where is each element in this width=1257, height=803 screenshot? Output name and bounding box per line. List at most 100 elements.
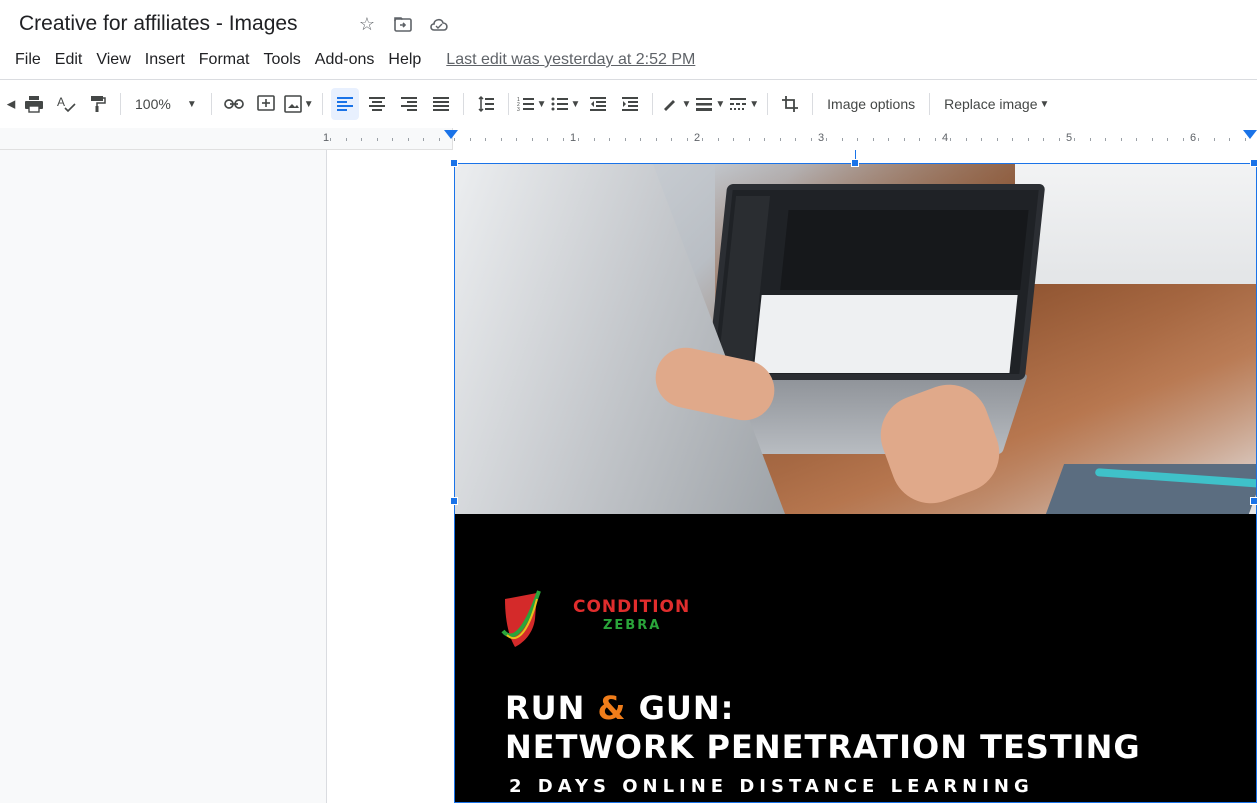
ruler-tick	[485, 138, 486, 141]
border-color-icon[interactable]: ▼	[661, 88, 691, 120]
border-weight-icon[interactable]: ▼	[695, 88, 725, 120]
ruler-tick	[935, 138, 936, 141]
chevron-down-icon: ▼	[681, 98, 692, 110]
replace-image-label: Replace image	[944, 96, 1038, 112]
toolbar-separator	[321, 93, 323, 115]
ruler-tick	[842, 138, 843, 141]
numbered-list-icon[interactable]: 123 ▼	[517, 88, 547, 120]
ruler-tick	[470, 138, 471, 141]
resize-handle-right[interactable]	[1250, 497, 1257, 505]
resize-handle-top[interactable]	[851, 159, 859, 167]
brand-name-line1: CONDITION	[573, 597, 691, 617]
align-center-icon[interactable]	[363, 88, 391, 120]
left-indent-marker[interactable]	[444, 130, 458, 139]
ruler-tick	[749, 138, 750, 141]
ruler-tick	[764, 138, 765, 141]
image-options-button[interactable]: Image options	[821, 88, 921, 120]
resize-handle-top-left[interactable]	[450, 159, 458, 167]
ruler-tick	[408, 138, 409, 141]
align-left-icon[interactable]	[330, 88, 359, 120]
ruler-tick	[671, 138, 672, 141]
ruler-tick	[547, 138, 548, 141]
menu-view[interactable]: View	[89, 49, 137, 71]
menu-tools[interactable]: Tools	[256, 49, 307, 71]
ruler-tick	[1012, 138, 1013, 141]
redo-icon[interactable]: ◂	[6, 88, 16, 120]
menu-help[interactable]: Help	[381, 49, 428, 71]
comment-icon[interactable]	[252, 88, 280, 120]
menu-file[interactable]: File	[8, 49, 48, 71]
ruler-tick	[1167, 138, 1168, 141]
menu-bar: File Edit View Insert Format Tools Add-o…	[0, 46, 1257, 74]
ruler-tick	[733, 138, 734, 141]
ruler-tick	[873, 138, 874, 141]
line-spacing-icon[interactable]	[472, 88, 500, 120]
photo-laptop-screen	[706, 184, 1046, 380]
ruler-tick	[625, 138, 626, 141]
title-bar: Creative for affiliates - Images ☆	[0, 0, 1257, 46]
ruler-label: 5	[1066, 132, 1073, 144]
ruler-tick	[609, 138, 610, 141]
link-icon[interactable]	[220, 88, 248, 120]
document-title[interactable]: Creative for affiliates - Images	[10, 7, 307, 39]
ruler-tick	[640, 138, 641, 141]
ruler-tick	[563, 138, 564, 141]
move-to-folder-icon[interactable]	[392, 13, 414, 35]
promo-banner: CONDITION ZEBRA RUN & GUN: NETWORK PENET…	[455, 514, 1256, 802]
ruler-tick	[718, 138, 719, 141]
decrease-indent-icon[interactable]	[584, 88, 612, 120]
selected-image[interactable]: CONDITION ZEBRA RUN & GUN: NETWORK PENET…	[454, 163, 1257, 803]
bulleted-list-icon[interactable]: ▼	[551, 88, 580, 120]
ruler-label: 6	[1190, 132, 1197, 144]
border-dash-icon[interactable]: ▼	[729, 88, 759, 120]
right-indent-marker[interactable]	[1243, 130, 1257, 139]
svg-text:3: 3	[517, 107, 520, 112]
resize-handle-left[interactable]	[450, 497, 458, 505]
ruler-tick	[904, 138, 905, 141]
image-icon[interactable]: ▼	[283, 88, 314, 120]
ruler-tick	[919, 138, 920, 141]
ruler: 1 1 2 3 4 5 6	[0, 128, 1257, 150]
ruler-tick	[997, 138, 998, 141]
toolbar-separator	[929, 93, 931, 115]
print-icon[interactable]	[20, 88, 48, 120]
chevron-down-icon: ▼	[303, 98, 314, 110]
menu-format[interactable]: Format	[192, 49, 257, 71]
ruler-tick	[578, 138, 579, 141]
replace-image-button[interactable]: Replace image ▼	[938, 88, 1055, 120]
ruler-tick	[826, 138, 827, 141]
cloud-status-icon[interactable]	[428, 13, 450, 35]
ruler-tick	[780, 138, 781, 141]
chevron-down-icon: ▼	[1039, 98, 1050, 110]
menu-insert[interactable]: Insert	[138, 49, 192, 71]
chevron-down-icon: ▼	[186, 98, 197, 110]
ruler-tick	[950, 138, 951, 141]
resize-handle-top-right[interactable]	[1250, 159, 1257, 167]
ruler-tick	[1074, 138, 1075, 141]
star-icon[interactable]: ☆	[356, 13, 378, 35]
ruler-tick	[1229, 138, 1230, 141]
ruler-tick	[501, 138, 502, 141]
last-edit-link[interactable]: Last edit was yesterday at 2:52 PM	[446, 51, 695, 69]
menu-edit[interactable]: Edit	[48, 49, 90, 71]
ruler-label: 2	[694, 132, 701, 144]
spellcheck-icon[interactable]: A	[52, 88, 80, 120]
zoom-select[interactable]: 100% ▼	[129, 88, 203, 120]
increase-indent-icon[interactable]	[616, 88, 644, 120]
ruler-tick	[795, 138, 796, 141]
crop-icon[interactable]	[776, 88, 804, 120]
ruler-tick	[1121, 138, 1122, 141]
paint-format-icon[interactable]	[84, 88, 112, 120]
toolbar-separator	[652, 93, 654, 115]
headline-subline: 2 DAYS ONLINE DISTANCE LEARNING	[509, 776, 1034, 797]
menu-add-ons[interactable]: Add-ons	[308, 49, 382, 71]
headline-run: RUN	[505, 689, 586, 727]
toolbar-separator	[462, 93, 464, 115]
ruler-tick	[1043, 138, 1044, 141]
ruler-tick	[1152, 138, 1153, 141]
photo-screen-panel	[753, 295, 1018, 373]
ruler-tick	[966, 138, 967, 141]
align-right-icon[interactable]	[395, 88, 423, 120]
justify-icon[interactable]	[427, 88, 455, 120]
chevron-down-icon: ▼	[715, 98, 726, 110]
